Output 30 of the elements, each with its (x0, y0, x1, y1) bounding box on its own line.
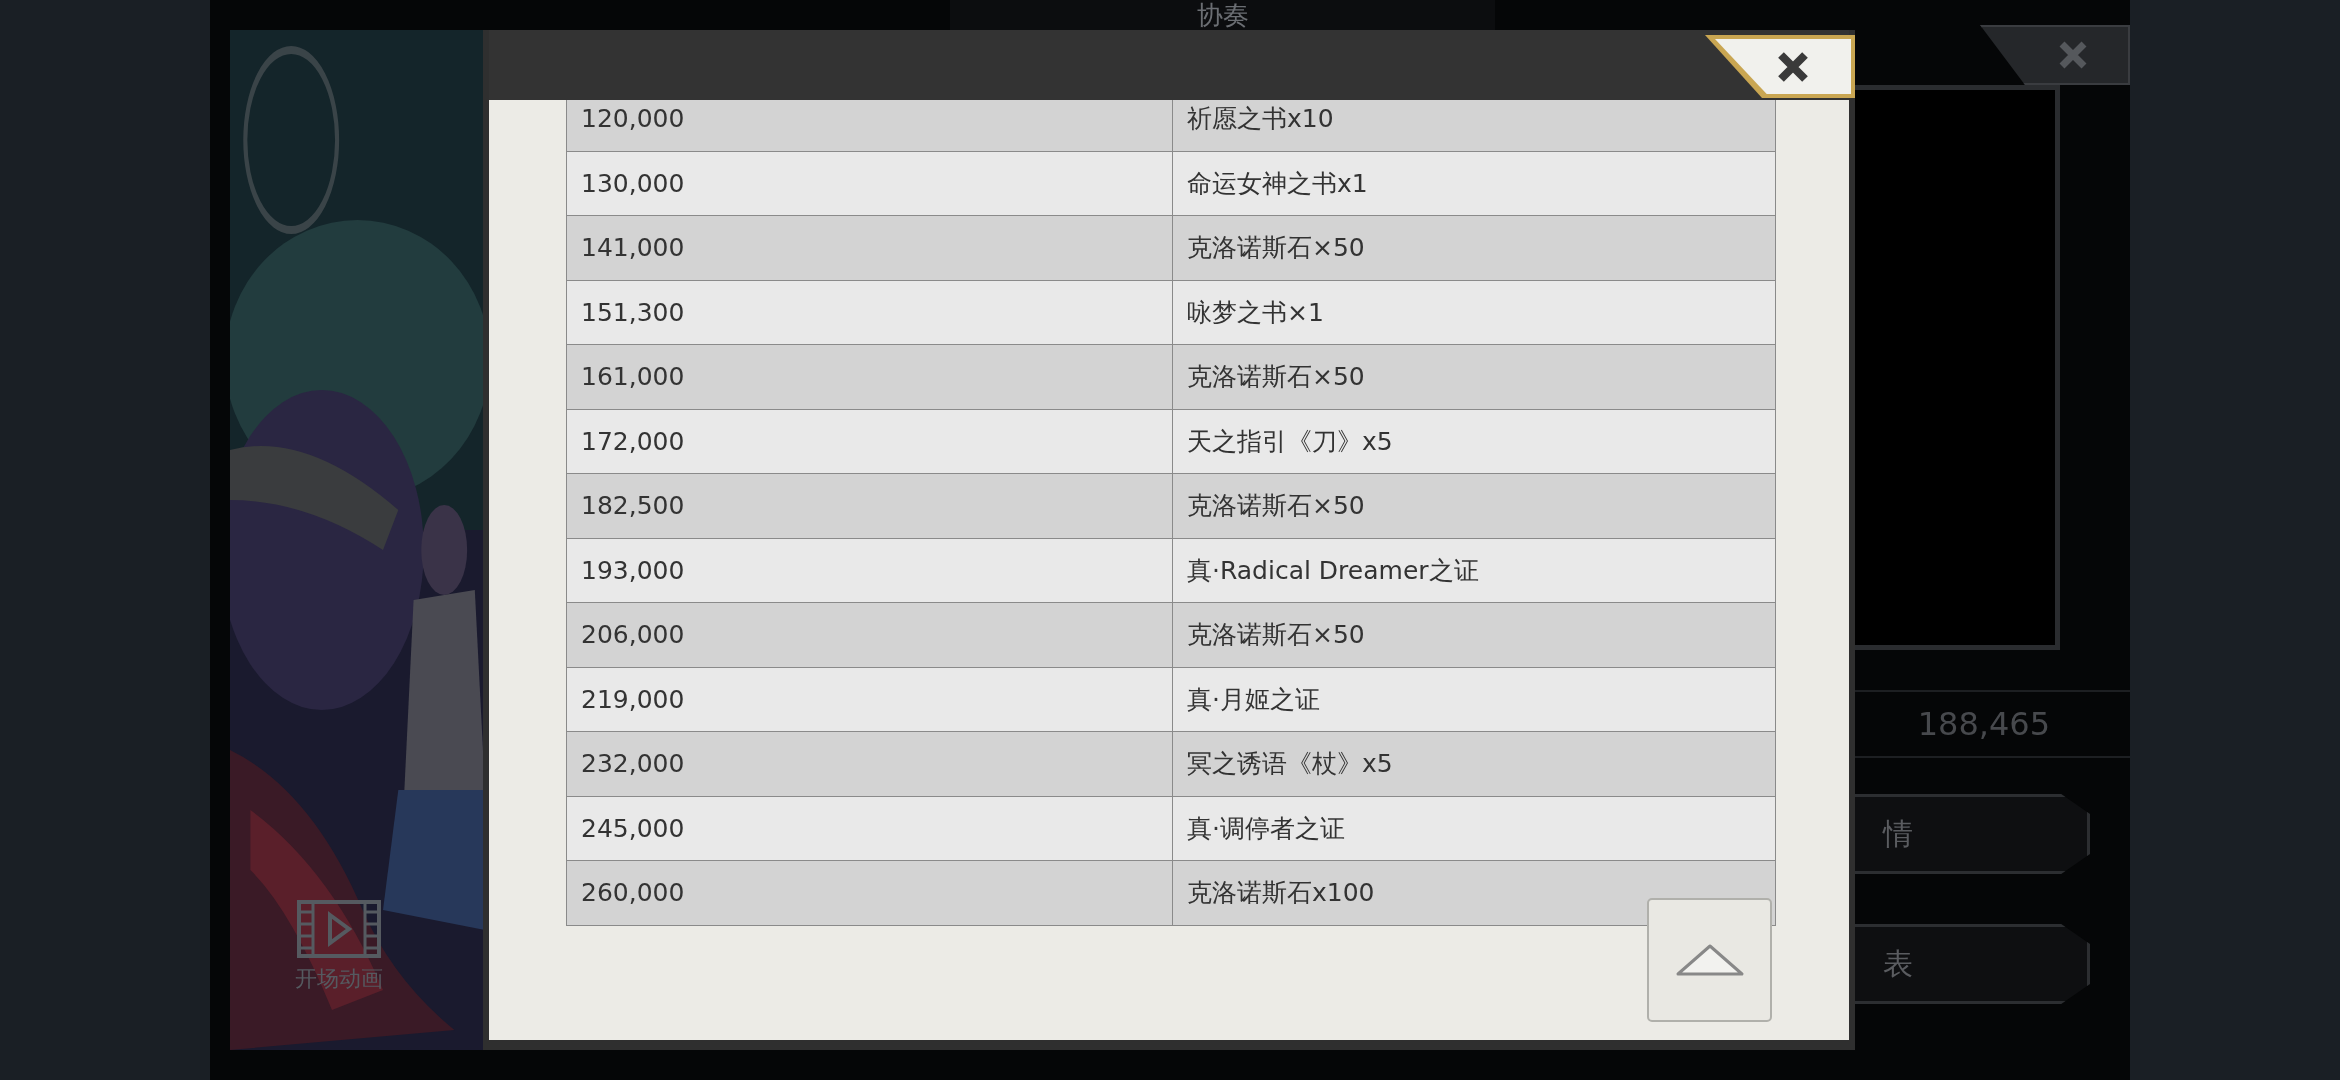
scroll-top-button[interactable] (1647, 898, 1772, 1022)
points-cell: 193,000 (566, 538, 1173, 603)
points-cell: 182,500 (566, 473, 1173, 538)
reward-cell: 克洛诺斯石×50 (1172, 602, 1776, 667)
screen-title: 协奏 (950, 0, 1495, 30)
reward-cell: 天之指引《刀》x5 (1172, 409, 1776, 474)
reward-cell: 冥之诱语《杖》x5 (1172, 731, 1776, 796)
points-cell: 141,000 (566, 215, 1173, 280)
close-icon (1776, 49, 1810, 84)
points-cell: 172,000 (566, 409, 1173, 474)
reward-cell: 真·调停者之证 (1172, 796, 1776, 861)
points-cell: 219,000 (566, 667, 1173, 732)
reward-cell: 咏梦之书×1 (1172, 280, 1776, 345)
points-cell: 151,300 (566, 280, 1173, 345)
film-play-icon (297, 900, 381, 958)
reward-cell: 克洛诺斯石×50 (1172, 344, 1776, 409)
points-cell: 161,000 (566, 344, 1173, 409)
points-cell: 206,000 (566, 602, 1173, 667)
close-icon (2058, 40, 2088, 70)
reward-cell: 祈愿之书x10 (1172, 100, 1776, 151)
reward-cell: 命运女神之书x1 (1172, 151, 1776, 216)
reward-cell: 真·Radical Dreamer之证 (1172, 538, 1776, 603)
reward-cell: 真·月姬之证 (1172, 667, 1776, 732)
reward-cell: 克洛诺斯石×50 (1172, 215, 1776, 280)
points-cell: 232,000 (566, 731, 1173, 796)
reward-cell: 克洛诺斯石×50 (1172, 473, 1776, 538)
points-cell: 245,000 (566, 796, 1173, 861)
points-cell: 130,000 (566, 151, 1173, 216)
points-cell: 260,000 (566, 860, 1173, 925)
points-cell: 120,000 (566, 100, 1173, 151)
